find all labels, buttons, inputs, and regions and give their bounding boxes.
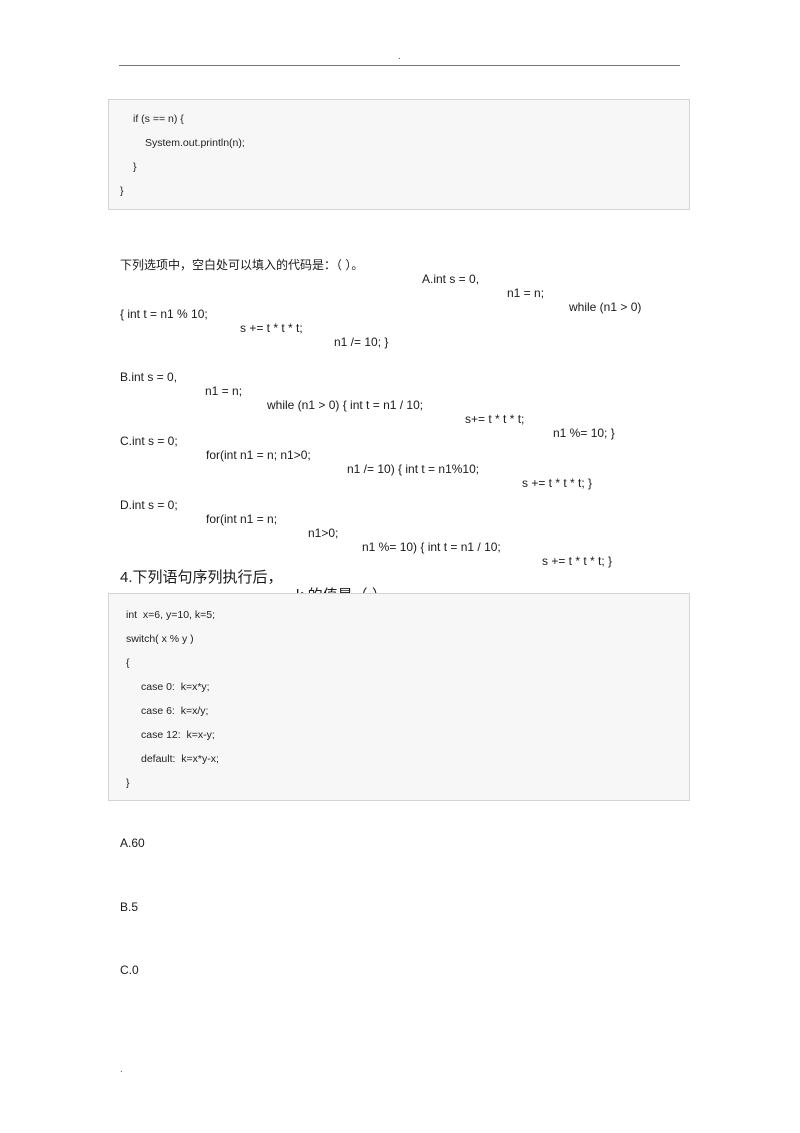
option-c-part: for(int n1 = n; n1>0;	[206, 448, 311, 462]
option-a-part: { int t = n1 % 10;	[120, 307, 208, 321]
option-b-part: n1 = n;	[205, 384, 243, 398]
code-line: }	[120, 185, 124, 197]
answer-option-a: A.60	[120, 836, 145, 850]
option-b: B.int s = 0, n1 = n; while (n1 > 0) { in…	[120, 356, 680, 440]
option-b-part: B.int s = 0,	[120, 370, 178, 384]
option-c-part: C.int s = 0;	[120, 434, 178, 448]
option-c: C.int s = 0; for(int n1 = n; n1>0; n1 /=…	[120, 420, 680, 490]
option-a-part: A.int s = 0,	[422, 272, 480, 286]
answer-option-c: C.0	[120, 963, 139, 977]
question-4-title: 4.下列语句序列执行后， k 的值是（ ）	[120, 551, 680, 604]
answer-option-b: B.5	[120, 900, 139, 914]
code-line: }	[126, 777, 130, 789]
code-line: case 6: k=x/y;	[141, 705, 209, 717]
question-4-title-text: 4.下列语句序列执行后，	[120, 569, 283, 586]
option-a-part: n1 /= 10; }	[334, 335, 389, 349]
code-line: {	[126, 657, 130, 669]
page-footer-mark: .	[120, 1064, 123, 1075]
code-line: }	[133, 161, 137, 173]
question-3-prompt: 下列选项中，空白处可以填入的代码是：（ ）。	[120, 258, 364, 272]
code-line: System.out.println(n);	[145, 137, 245, 149]
code-line: case 0: k=x*y;	[141, 681, 210, 693]
code-line: if (s == n) {	[133, 113, 184, 125]
option-d-part: n1>0;	[308, 526, 339, 540]
page-header-mark: .	[398, 51, 401, 62]
code-line: default: k=x*y-x;	[141, 753, 219, 765]
code-line: case 12: k=x-y;	[141, 729, 215, 741]
code-line: switch( x % y )	[126, 633, 194, 645]
option-c-part: n1 /= 10) { int t = n1%10;	[347, 462, 480, 476]
option-b-part: while (n1 > 0) { int t = n1 / 10;	[267, 398, 424, 412]
code-line: int x=6, y=10, k=5;	[126, 609, 216, 621]
code-block-continuation: if (s == n) { System.out.println(n); } }	[108, 99, 690, 210]
option-a-continuation: { int t = n1 % 10; s += t * t * t; n1 /=…	[120, 293, 680, 349]
option-d: D.int s = 0; for(int n1 = n; n1>0; n1 %=…	[120, 484, 680, 568]
question-3-prompt-line: 下列选项中，空白处可以填入的代码是：（ ）。 A.int s = 0, n1 =…	[120, 244, 680, 314]
option-d-part: D.int s = 0;	[120, 498, 178, 512]
option-a-part: s += t * t * t;	[240, 321, 303, 335]
code-block-switch: int x=6, y=10, k=5; switch( x % y ) { ca…	[108, 593, 690, 801]
header-divider	[119, 65, 680, 66]
option-d-part: for(int n1 = n;	[206, 512, 278, 526]
